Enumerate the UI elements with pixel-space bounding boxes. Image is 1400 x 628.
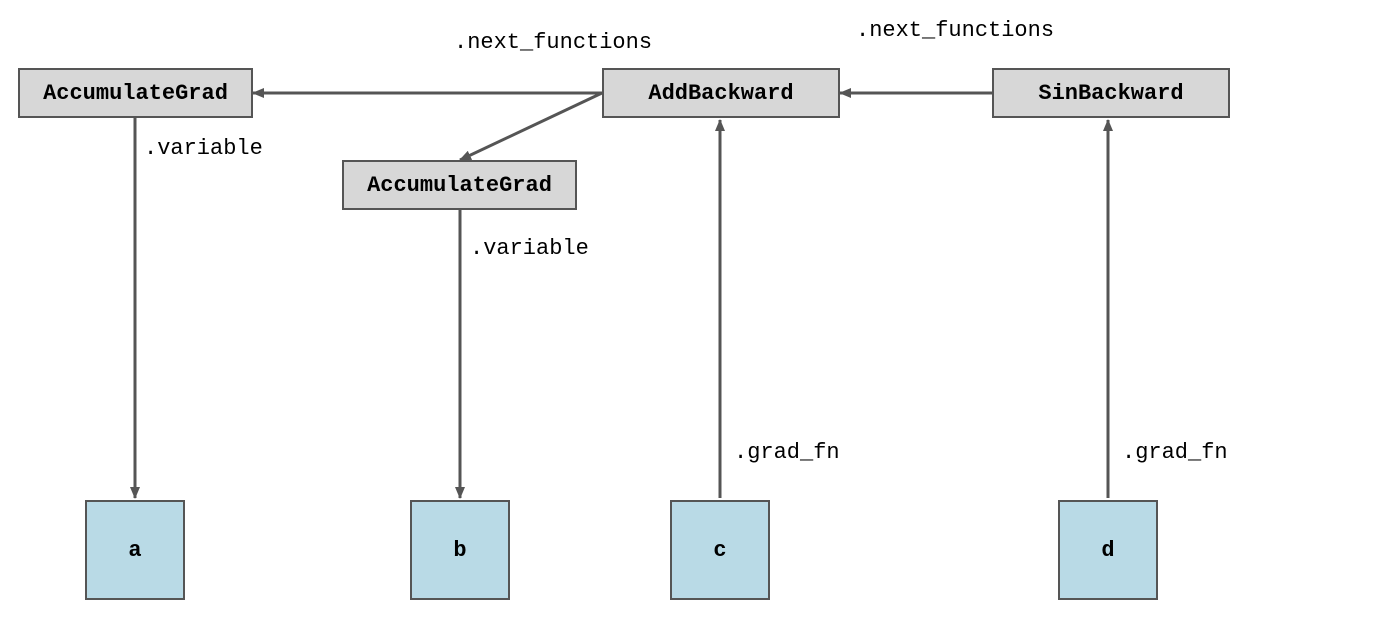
var-b: b (410, 500, 510, 600)
node-add-backward: AddBackward (602, 68, 840, 118)
node-sin-backward: SinBackward (992, 68, 1230, 118)
var-d: d (1058, 500, 1158, 600)
node-accumulate-grad-b: AccumulateGrad (342, 160, 577, 210)
var-a: a (85, 500, 185, 600)
label-next-functions-add: .next_functions (454, 30, 652, 55)
label-variable-a: .variable (144, 136, 263, 161)
var-c: c (670, 500, 770, 600)
label-grad-fn-c: .grad_fn (734, 440, 840, 465)
label-next-functions-sin: .next_functions (856, 18, 1054, 43)
node-accumulate-grad-a: AccumulateGrad (18, 68, 253, 118)
label-grad-fn-d: .grad_fn (1122, 440, 1228, 465)
label-variable-b: .variable (470, 236, 589, 261)
